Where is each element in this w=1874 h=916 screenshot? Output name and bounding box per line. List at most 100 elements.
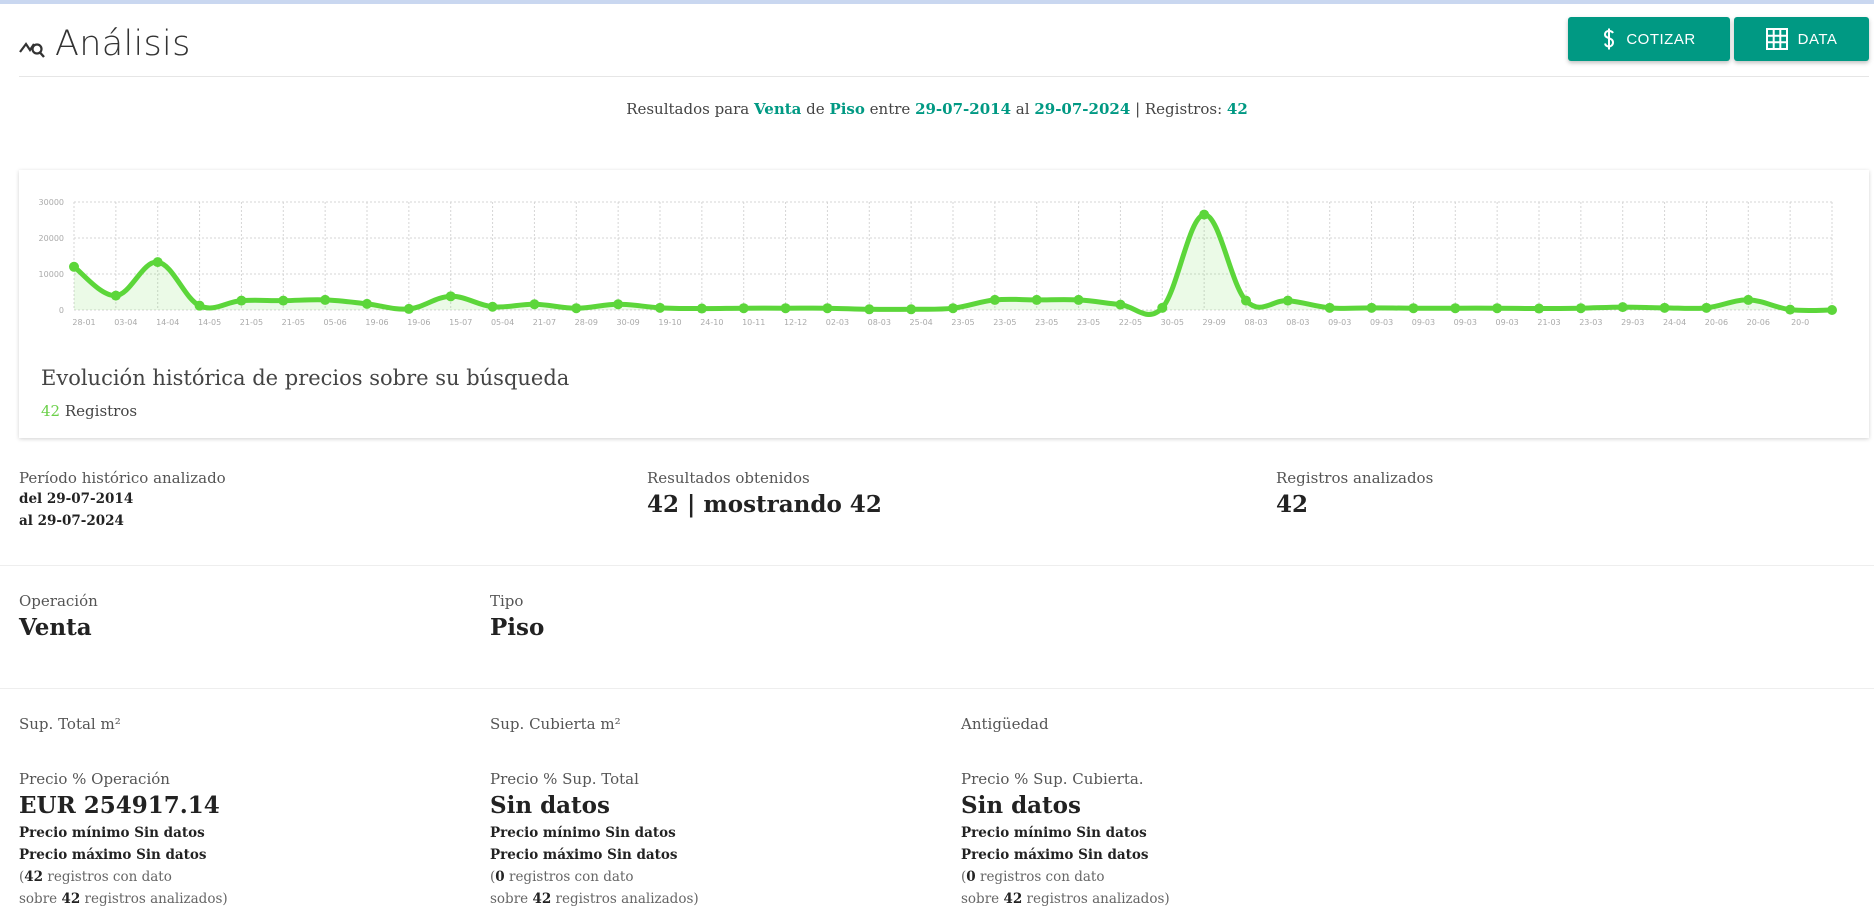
summary-prefix: Resultados para: [626, 100, 750, 118]
data-point: [1366, 302, 1377, 313]
operacion-label: Operación: [19, 592, 98, 610]
count-suffix: registros con dato: [508, 869, 634, 885]
data-point: [445, 291, 456, 302]
card-count: 42 Registros: [41, 402, 137, 420]
data-point: [194, 300, 205, 311]
data-point: [1701, 302, 1712, 313]
x-tick-label: 21-07: [533, 318, 556, 327]
precio-sup-total-count: (0 registros con dato: [490, 869, 634, 885]
x-tick-label: 09-03: [1412, 318, 1435, 327]
data-point: [236, 295, 247, 306]
data-point: [1450, 303, 1461, 314]
data-point: [989, 294, 1000, 305]
data-point: [1282, 295, 1293, 306]
precio-operacion-label: Precio % Operación: [19, 770, 170, 788]
data-button[interactable]: DATA: [1734, 17, 1869, 61]
data-point: [1408, 303, 1419, 314]
x-tick-label: 05-06: [324, 318, 347, 327]
data-point: [571, 303, 582, 314]
window-top-border: [0, 0, 1874, 4]
y-tick-label: 0: [59, 306, 64, 315]
divider: [0, 688, 1874, 689]
x-tick-label: 03-04: [114, 318, 137, 327]
data-point: [110, 290, 121, 301]
x-tick-label: 20-06: [1705, 318, 1728, 327]
x-tick-label: 08-03: [868, 318, 891, 327]
tipo-value: Piso: [490, 614, 545, 641]
count-number: 0: [966, 869, 976, 885]
data-point: [529, 299, 540, 310]
data-point: [1031, 294, 1042, 305]
total-number: 42: [1003, 891, 1023, 907]
total-prefix: sobre: [19, 891, 58, 907]
data-point: [1324, 302, 1335, 313]
x-tick-label: 14-05: [198, 318, 221, 327]
y-tick-label: 20000: [39, 234, 64, 243]
x-tick-label: 23-05: [993, 318, 1016, 327]
x-tick-label: 08-03: [1286, 318, 1309, 327]
precio-operacion-value: EUR 254917.14: [19, 792, 220, 819]
data-point: [1492, 303, 1503, 314]
x-tick-label: 21-03: [1537, 318, 1560, 327]
x-tick-label: 09-03: [1370, 318, 1393, 327]
data-point: [738, 303, 749, 314]
precio-sup-total-max: Precio máximo Sin datos: [490, 847, 678, 863]
precio-sup-total-total: sobre 42 registros analizados): [490, 891, 699, 907]
page-title: Análisis: [55, 24, 191, 64]
data-point: [152, 257, 163, 268]
y-tick-label: 10000: [39, 270, 64, 279]
x-tick-label: 23-03: [1579, 318, 1602, 327]
data-point: [1827, 305, 1837, 315]
count-number: 42: [24, 869, 44, 885]
x-tick-label: 14-04: [156, 318, 179, 327]
precio-operacion-count: (42 registros con dato: [19, 869, 172, 885]
results-summary: Resultados para Venta de Piso entre 29-0…: [0, 100, 1874, 118]
data-label: DATA: [1797, 30, 1838, 48]
data-point: [403, 303, 414, 314]
precio-sup-total-label: Precio % Sup. Total: [490, 770, 639, 788]
x-tick-label: 29-09: [1203, 318, 1226, 327]
data-point: [1157, 302, 1168, 313]
x-tick-label: 08-03: [1244, 318, 1267, 327]
x-tick-label: 21-05: [282, 318, 305, 327]
precio-operacion-max: Precio máximo Sin datos: [19, 847, 207, 863]
precio-operacion-total: sobre 42 registros analizados): [19, 891, 228, 907]
x-tick-label: 24-10: [700, 318, 723, 327]
precio-sup-cubierta-value: Sin datos: [961, 792, 1081, 819]
data-point: [906, 304, 917, 315]
count-number: 0: [495, 869, 505, 885]
analytics-icon: [19, 42, 45, 58]
precio-sup-cubierta-label: Precio % Sup. Cubierta.: [961, 770, 1144, 788]
x-tick-label: 23-05: [1077, 318, 1100, 327]
periodo-label: Período histórico analizado: [19, 469, 226, 487]
x-tick-label: 19-10: [658, 318, 681, 327]
periodo-desde: del 29-07-2014: [19, 491, 134, 507]
x-tick-label: 20-0: [1791, 318, 1809, 327]
x-tick-label: 09-03: [1496, 318, 1519, 327]
summary-al: al: [1015, 100, 1030, 118]
data-point: [1115, 299, 1126, 310]
x-tick-label: 28-09: [575, 318, 598, 327]
dollar-icon: [1604, 28, 1615, 50]
x-tick-label: 20-06: [1747, 318, 1770, 327]
precio-sup-total-min: Precio mínimo Sin datos: [490, 825, 676, 841]
card-count-label: Registros: [64, 402, 138, 420]
count-suffix: registros con dato: [47, 869, 172, 885]
tipo-label: Tipo: [490, 592, 524, 610]
x-tick-label: 21-05: [240, 318, 263, 327]
data-point: [948, 303, 958, 314]
antiguedad-label: Antigüedad: [961, 715, 1049, 733]
data-point: [1785, 304, 1796, 315]
total-prefix: sobre: [961, 891, 1000, 907]
data-point: [1575, 303, 1586, 314]
cotizar-button[interactable]: COTIZAR: [1568, 17, 1730, 61]
x-tick-label: 23-05: [1035, 318, 1058, 327]
operacion-value: Venta: [19, 614, 92, 641]
precio-sup-cubierta-count: (0 registros con dato: [961, 869, 1105, 885]
precio-sup-cubierta-min: Precio mínimo Sin datos: [961, 825, 1147, 841]
summary-entre: entre: [869, 100, 911, 118]
card-count-number: 42: [41, 402, 61, 420]
price-history-chart: 30000 20000 10000 0 28-01 03-04 14-04 14-05 21-0…: [39, 198, 1837, 327]
data-point: [613, 299, 624, 310]
precio-operacion-min: Precio mínimo Sin datos: [19, 825, 205, 841]
